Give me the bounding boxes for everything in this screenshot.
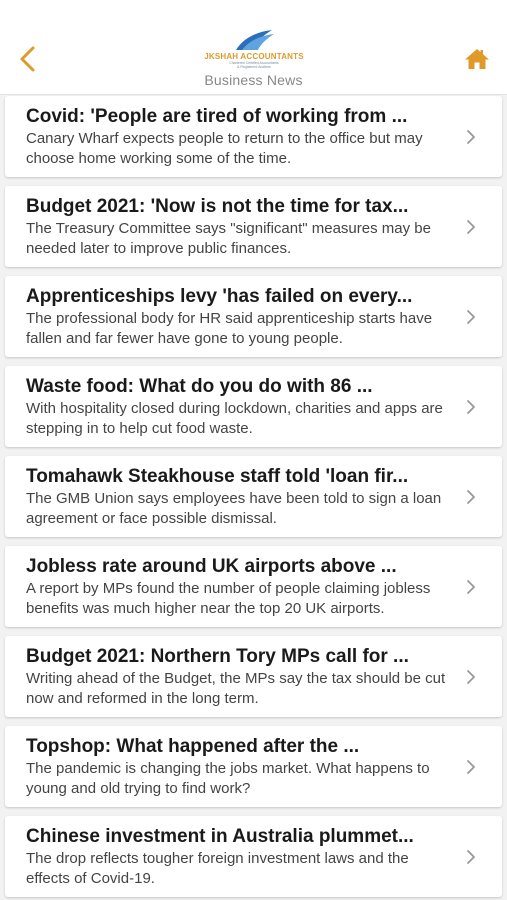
news-item-title: Covid: 'People are tired of working from…	[26, 106, 408, 127]
chevron-right-icon	[467, 849, 475, 864]
news-item-title: Topshop: What happened after the ...	[26, 736, 360, 757]
news-item-description: The drop reflects tougher foreign invest…	[26, 850, 409, 887]
news-item-description: The pandemic is changing the jobs market…	[26, 760, 430, 797]
logo-tagline-2: & Registered Auditors	[237, 65, 271, 69]
chevron-right-icon	[467, 219, 475, 234]
news-item-title: Apprenticeships levy 'has failed on ever…	[26, 286, 413, 307]
chevron-right-icon	[467, 399, 475, 414]
news-item-description: A report by MPs found the number of peop…	[26, 580, 431, 617]
news-item-description: The professional body for HR said appren…	[26, 310, 433, 347]
news-item[interactable]: Jobless rate around UK airports above ..…	[5, 546, 502, 627]
app-header: JKSHAH ACCOUNTANTS Chartered Certified A…	[0, 0, 507, 95]
chevron-left-icon	[20, 46, 35, 72]
chevron-right-icon	[467, 129, 475, 144]
news-item[interactable]: Chinese investment in Australia plummet.…	[5, 816, 502, 897]
news-item-description: The Treasury Committee says "significant…	[26, 220, 431, 257]
logo-swoosh-icon	[236, 30, 274, 50]
home-icon	[465, 49, 489, 69]
news-item[interactable]: Covid: 'People are tired of working from…	[5, 96, 502, 177]
news-item[interactable]: Waste food: What do you do with 86 ... Wi…	[5, 366, 502, 447]
home-button[interactable]	[464, 47, 490, 71]
back-button[interactable]	[14, 44, 42, 74]
chevron-right-icon	[467, 579, 475, 594]
news-item[interactable]: Budget 2021: 'Now is not the time for ta…	[5, 186, 502, 267]
logo-name: JKSHAH ACCOUNTANTS	[204, 52, 304, 61]
chevron-right-icon	[467, 489, 475, 504]
news-item-title: Waste food: What do you do with 86 ...	[26, 376, 373, 397]
news-item-description: Writing ahead of the Budget, the MPs say…	[26, 670, 446, 707]
news-item-title: Budget 2021: 'Now is not the time for ta…	[26, 196, 409, 217]
page-title: Business News	[204, 72, 303, 88]
chevron-right-icon	[467, 309, 475, 324]
news-list: Covid: 'People are tired of working from…	[0, 96, 507, 900]
chevron-right-icon	[467, 669, 475, 684]
news-item[interactable]: Apprenticeships levy 'has failed on ever…	[5, 276, 502, 357]
news-item-title: Chinese investment in Australia plummet.…	[26, 826, 414, 847]
news-item[interactable]: Tomahawk Steakhouse staff told 'loan fir…	[5, 456, 502, 537]
news-item-title: Jobless rate around UK airports above ..…	[26, 556, 397, 577]
news-item-description: The GMB Union says employees have been t…	[26, 490, 442, 527]
news-item-title: Budget 2021: Northern Tory MPs call for …	[26, 646, 409, 667]
news-item[interactable]: Topshop: What happened after the ... The …	[5, 726, 502, 807]
chevron-right-icon	[467, 759, 475, 774]
news-item-description: Canary Wharf expects people to return to…	[26, 130, 423, 167]
news-item-title: Tomahawk Steakhouse staff told 'loan fir…	[26, 466, 409, 487]
company-logo: JKSHAH ACCOUNTANTS Chartered Certified A…	[194, 28, 314, 78]
news-item-description: With hospitality closed during lockdown,…	[26, 400, 443, 437]
news-item[interactable]: Budget 2021: Northern Tory MPs call for …	[5, 636, 502, 717]
